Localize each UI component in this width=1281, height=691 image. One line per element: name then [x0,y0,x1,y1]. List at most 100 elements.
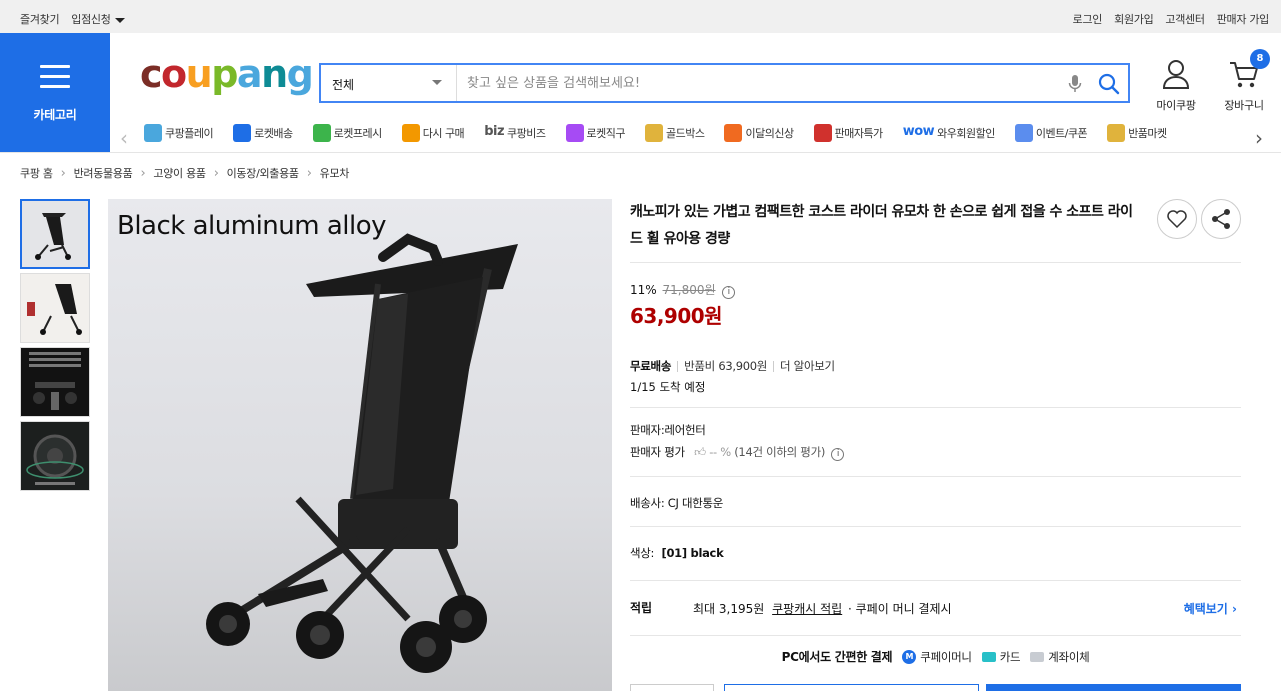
payment-title: PC에서도 간편한 결제 [781,650,893,664]
quick-menu-icon [813,124,832,142]
learn-more-link[interactable]: 더 알아보기 [780,359,835,373]
return-fee: 반품비 63,900원 [684,359,768,373]
quick-menu-item[interactable]: 로켓직구 [565,124,626,142]
buy-now-button[interactable] [986,684,1241,691]
thumbnail-1[interactable] [20,199,90,269]
info-icon[interactable]: i [722,286,736,299]
stroller-illustration [206,233,518,673]
header-divider [0,152,1281,153]
quick-menu-item[interactable]: 로켓배송 [233,124,293,142]
thumbnail-3[interactable] [20,347,90,417]
quick-menu-label: 로켓직구 [586,127,626,140]
benefit-link-label: 혜택보기 [1183,602,1228,616]
bank-label: 계좌이체 [1048,649,1090,664]
payment-bar: PC에서도 간편한 결제 M 쿠페이머니 카드 계좌이체 [630,648,1241,665]
cart-button[interactable]: 8 장바구니 [1218,49,1270,113]
logo-letter: c [140,52,163,96]
share-button[interactable] [1201,199,1241,239]
seller-rating-row: 판매자 평가 👍︎ -- % (14건 이하의 평가) i [630,444,845,461]
main-product-image[interactable]: Black aluminum alloy [108,199,612,691]
divider [630,262,1241,263]
seller-rating-note: (14건 이하의 평가) [734,445,826,459]
chevron-right-icon[interactable]: › [1255,126,1263,150]
wishlist-button[interactable] [1157,199,1197,239]
coupang-logo[interactable]: coupang [140,52,314,96]
add-to-cart-button[interactable] [724,684,979,691]
quick-menu-label: 쿠팡비즈 [507,127,546,140]
quick-menu-item[interactable]: 골드박스 [644,124,705,142]
thumbs-up-icon: 👍︎ [694,445,706,459]
breadcrumb-stroller[interactable]: 유모차 [299,165,350,181]
search-icon[interactable] [1097,72,1121,96]
login-link[interactable]: 로그인 [1073,11,1103,27]
seller-join-link[interactable]: 판매자 가입 [1217,11,1270,27]
coupay-money: M 쿠페이머니 [902,649,972,665]
discount-rate: 11% [630,283,657,297]
reward-note: · 쿠페이 머니 결제시 [848,602,952,616]
thumbnail-2[interactable] [20,273,90,343]
quick-menu-item[interactable]: 반품마켓 [1107,124,1167,142]
quick-menu-icon [144,124,162,142]
logo-letter: g [286,52,314,96]
quick-menu-item[interactable]: wow 와우회원할인 [902,124,996,142]
heart-icon [1167,210,1187,229]
cart-label: 장바구니 [1224,99,1264,112]
cart-count-badge: 8 [1250,49,1270,69]
breadcrumb-carriers[interactable]: 이동장/외출용품 [206,165,299,181]
discount-row: 11% 71,800원 i [630,281,736,299]
divider [630,407,1241,408]
microphone-icon[interactable] [1068,74,1082,94]
quick-menu-item[interactable]: 쿠팡플레이 [144,124,214,142]
seller-signup-label: 입점신청 [71,13,111,26]
search-category-select[interactable]: 전체 [321,65,457,101]
mycoupang-button[interactable]: 마이쿠팡 [1152,58,1200,113]
seller-rating-value: -- % [709,445,731,459]
logo-letter: o [161,52,187,96]
sale-price: 63,900원 [630,304,723,328]
free-shipping-label: 무료배송 [630,359,672,373]
divider [630,526,1241,527]
quick-menu-icon: wow [902,124,935,139]
coupay-label: 쿠페이머니 [920,649,972,664]
chevron-right-icon: › [1232,602,1237,616]
thumbnail-4[interactable] [20,421,90,491]
signup-link[interactable]: 회원가입 [1114,11,1154,27]
quick-menu-item[interactable]: 이달의신상 [724,124,794,142]
quick-menu-label: 이달의신상 [745,127,794,140]
search-input[interactable] [467,65,1057,101]
quantity-stepper[interactable] [630,684,714,691]
search-category-value: 전체 [332,78,355,92]
bookmark-link[interactable]: 즐겨찾기 [20,11,60,27]
quick-menu-icon [1014,124,1033,142]
quick-menu-icon [1107,124,1126,142]
quick-menu-item[interactable]: biz 쿠팡비즈 [484,124,546,142]
info-icon[interactable]: i [831,448,845,461]
chevron-left-icon[interactable]: ‹ [120,126,128,150]
divider [630,635,1241,636]
logo-letter: n [261,52,288,96]
quick-menu-item[interactable]: 판매자특가 [813,124,883,142]
color-option[interactable]: 색상: [01] black [630,545,724,561]
breadcrumb-home[interactable]: 쿠팡 홈 [20,165,53,181]
bank-transfer: 계좌이체 [1030,649,1090,665]
quick-menu-icon [401,124,420,142]
quick-menu-item[interactable]: 이벤트/쿠폰 [1014,124,1088,142]
seller-signup-menu[interactable]: 입점신청 [71,11,125,27]
quick-menu-item[interactable]: 다시 구매 [401,124,465,142]
logo-letter: p [211,52,238,96]
logo-letter: u [185,52,213,96]
mycoupang-label: 마이쿠팡 [1156,99,1196,112]
logo-letter: a [236,52,263,96]
color-label: 색상: [630,546,655,560]
seller-name[interactable]: 판매자:레어헌터 [630,422,706,438]
color-value: [01] black [661,546,724,560]
quick-menu-icon [233,124,252,142]
coupang-cash-link[interactable]: 쿠팡캐시 적립 [772,602,842,616]
benefit-link[interactable]: 혜택보기 › [1184,600,1237,617]
breadcrumb-cat-supplies[interactable]: 고양이 용품 [133,165,206,181]
customer-center-link[interactable]: 고객센터 [1165,11,1205,27]
category-button[interactable]: 카테고리 [0,33,110,152]
breadcrumb-pet-supplies[interactable]: 반려동물용품 [53,165,133,181]
quick-menu-icon [724,124,743,142]
quick-menu-item[interactable]: 로켓프레시 [312,124,382,142]
